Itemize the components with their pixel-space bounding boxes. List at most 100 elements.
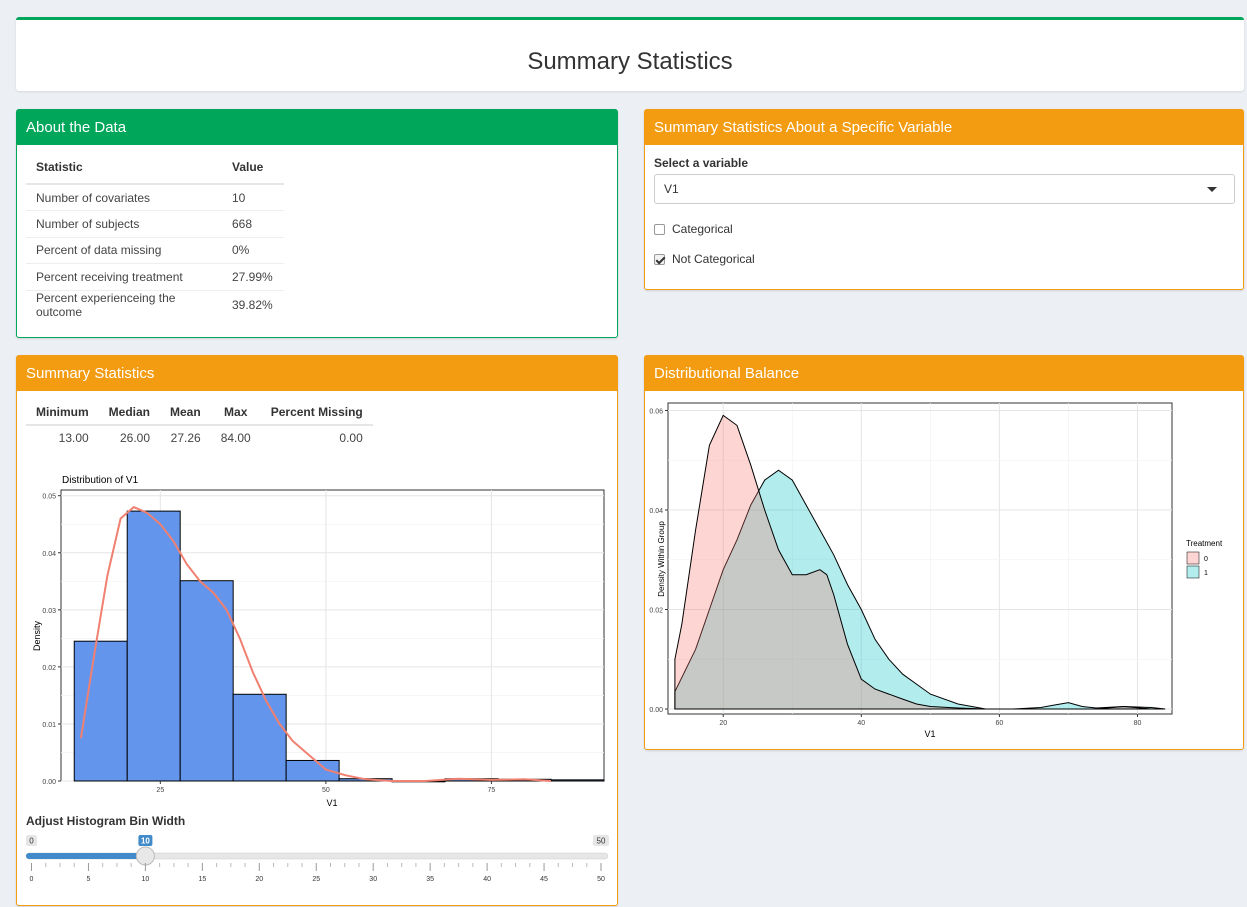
- histogram-bar: [126, 510, 181, 782]
- legend-title: Treatment: [1186, 539, 1223, 548]
- y-tick-label: 0.06: [649, 408, 663, 415]
- slider-max-label: 50: [597, 837, 606, 846]
- slider-tick-label: 5: [86, 876, 90, 883]
- summary-stats-box: Summary Statistics Minimum Median Mean M…: [16, 355, 618, 906]
- slider-min-label: 0: [29, 837, 34, 846]
- stat-value: 27.99%: [222, 263, 284, 290]
- distributional-balance-box: Distributional Balance 20 40 60 80 0.00 0.02 0…: [644, 355, 1244, 750]
- column-header-max: Max: [210, 399, 261, 426]
- column-header-mean: Mean: [160, 399, 211, 426]
- stat-label: Percent receiving treatment: [26, 263, 222, 290]
- density-chart: 20 40 60 80 0.00 0.02 0.04 0.06 V1 Density With…: [649, 402, 1223, 739]
- x-tick-label: 20: [719, 720, 727, 727]
- column-header-median: Median: [98, 399, 161, 426]
- bin-width-label: Adjust Histogram Bin Width: [26, 814, 186, 828]
- histogram-xlabel: V1: [326, 798, 337, 808]
- table-row: Number of covariates 10: [26, 183, 284, 211]
- about-data-header: About the Data: [17, 110, 617, 145]
- slider-value-label: 10: [141, 837, 150, 846]
- table-row: 13.00 26.00 27.26 84.00 0.00: [26, 425, 373, 449]
- summary-mean-value: 27.26: [170, 430, 201, 445]
- histogram-bar: [179, 580, 234, 782]
- stat-value: 0%: [222, 236, 284, 264]
- about-data-box: About the Data Statistic Value Number of…: [16, 109, 618, 338]
- y-tick-label: 0.00: [649, 707, 663, 714]
- slider-tick-label: 20: [255, 876, 263, 883]
- checkbox-checked-icon[interactable]: [654, 253, 665, 265]
- variable-select-value: V1: [664, 182, 679, 196]
- x-tick-label: 60: [995, 720, 1003, 727]
- checkbox-not-categorical-label: Not Categorical: [672, 252, 755, 266]
- slider-tick-label: 35: [426, 876, 434, 883]
- slider-handle[interactable]: [135, 846, 155, 866]
- legend-label-1: 1: [1204, 570, 1208, 577]
- about-data-table: Statistic Value Number of covariates 10 N…: [26, 150, 284, 319]
- select-variable-label: Select a variable: [654, 156, 749, 170]
- y-tick-label: 0.01: [42, 722, 56, 729]
- legend-label-0: 0: [1204, 556, 1208, 563]
- table-row: Number of subjects 668: [26, 210, 284, 237]
- stat-value: 10: [222, 183, 284, 211]
- stat-value: 668: [222, 210, 284, 237]
- column-header-minimum: Minimum: [26, 399, 99, 426]
- summary-stats-table: Minimum Median Mean Max Percent Missing …: [26, 399, 373, 449]
- stat-label: Number of covariates: [26, 183, 222, 211]
- page-title: Summary Statistics: [527, 48, 733, 75]
- x-tick-label: 50: [322, 787, 330, 794]
- x-tick-label: 25: [156, 787, 164, 794]
- bin-width-slider[interactable]: 0 50 10 0 5 10 15 20 25 30 35 40 45 50: [17, 830, 617, 900]
- summary-percent-missing-value: 0.00: [339, 430, 363, 445]
- slider-tick-label: 25: [312, 876, 320, 883]
- checkbox-categorical-label: Categorical: [672, 222, 733, 236]
- column-header-value: Value: [222, 150, 284, 185]
- chevron-down-icon: [1207, 187, 1217, 192]
- density-xlabel: V1: [924, 729, 935, 739]
- table-row: Percent receiving treatment 27.99%: [26, 263, 284, 290]
- checkbox-icon[interactable]: [654, 223, 665, 235]
- slider-ticks: 0 5 10 15 20 25 30 35 40 45 50: [30, 863, 605, 883]
- stat-value: 39.82%: [222, 289, 284, 319]
- slider-tick-label: 45: [540, 876, 548, 883]
- stat-label: Percent experienceing the outcome: [26, 289, 222, 319]
- histogram-ylabel: Density: [32, 620, 42, 651]
- slider-tick-label: 50: [597, 876, 605, 883]
- y-tick-label: 0.02: [649, 608, 663, 615]
- slider-tick-label: 15: [198, 876, 206, 883]
- stat-label: Percent of data missing: [26, 236, 222, 264]
- column-header-statistic: Statistic: [26, 150, 222, 185]
- y-tick-label: 0.04: [649, 508, 663, 515]
- y-tick-label: 0.00: [42, 779, 56, 786]
- y-tick-label: 0.05: [42, 494, 56, 501]
- legend-key-1: [1186, 565, 1200, 579]
- histogram-bar: [232, 693, 287, 782]
- variable-select[interactable]: V1: [654, 174, 1235, 204]
- y-tick-label: 0.02: [42, 665, 56, 672]
- table-row: Percent of data missing 0%: [26, 236, 284, 264]
- slider-tick-label: 10: [142, 876, 150, 883]
- x-tick-label: 80: [1134, 720, 1142, 727]
- table-row: Percent experienceing the outcome 39.82%: [26, 289, 284, 319]
- checkbox-categorical[interactable]: Categorical: [654, 222, 733, 236]
- slider-fill: [26, 853, 146, 859]
- density-ylabel: Density Within Group: [657, 521, 666, 597]
- y-tick-label: 0.03: [42, 608, 56, 615]
- histogram-bar: [550, 779, 605, 782]
- variable-select-header: Summary Statistics About a Specific Vari…: [645, 110, 1243, 145]
- stat-label: Number of subjects: [26, 210, 222, 237]
- x-tick-label: 75: [488, 787, 496, 794]
- distributional-balance-header: Distributional Balance: [645, 356, 1243, 391]
- slider-tick-label: 40: [483, 876, 491, 883]
- summary-median-value: 26.00: [119, 430, 151, 445]
- summary-max-value: 84.00: [220, 430, 251, 445]
- summary-minimum-value: 13.00: [58, 430, 89, 445]
- variable-select-box: Summary Statistics About a Specific Vari…: [644, 109, 1244, 290]
- slider-tick-label: 30: [369, 876, 377, 883]
- histogram-bar: [73, 640, 128, 782]
- slider-tick-label: 0: [30, 876, 34, 883]
- header-box: Summary Statistics: [16, 17, 1244, 91]
- checkbox-not-categorical[interactable]: Not Categorical: [654, 252, 755, 266]
- column-header-percent-missing: Percent Missing: [260, 399, 373, 426]
- summary-stats-header: Summary Statistics: [17, 356, 617, 391]
- histogram-title: Distribution of V1: [62, 475, 139, 486]
- x-tick-label: 40: [857, 720, 865, 727]
